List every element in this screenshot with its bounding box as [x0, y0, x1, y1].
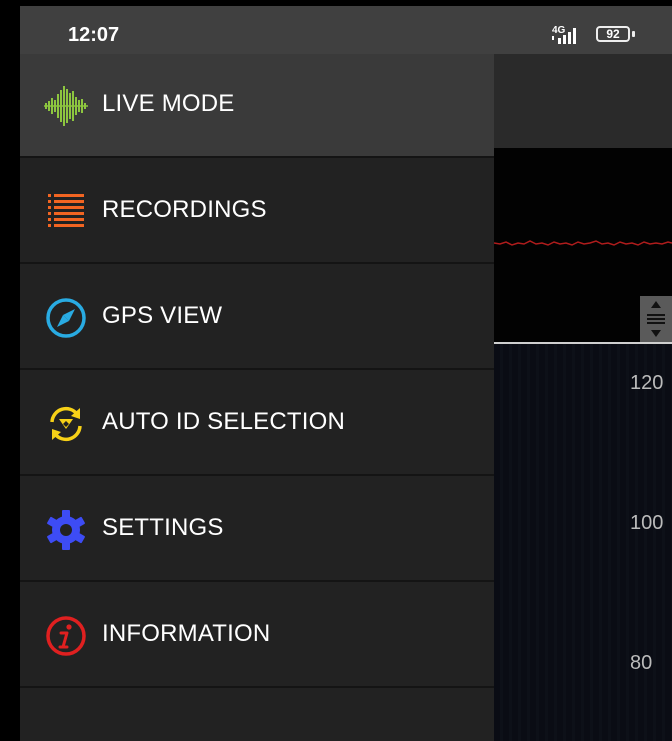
- expand-vertical-icon: [647, 301, 665, 337]
- menu-item-label: SETTINGS: [102, 514, 224, 541]
- menu-item-label: AUTO ID SELECTION: [102, 408, 346, 435]
- menu-item-label: INFORMATION: [102, 620, 271, 647]
- menu-item-label: RECORDINGS: [102, 196, 267, 223]
- signal-icon: 4G: [552, 25, 576, 44]
- network-type: 4G: [552, 25, 566, 36]
- y-tick-label: 80: [630, 652, 653, 674]
- status-bar: 12:07 4G 92: [20, 6, 672, 54]
- clock: 12:07: [68, 24, 120, 46]
- phone-screen: 12:07 4G 92 120 100 80 LIVE MODE RECORDI…: [20, 6, 672, 741]
- cycle-arrows-icon: [50, 406, 82, 442]
- info-icon: [46, 616, 86, 656]
- y-tick-label: 100: [630, 512, 664, 534]
- menu-item-live-mode[interactable]: LIVE MODE: [20, 54, 494, 158]
- menu-item-recordings[interactable]: RECORDINGS: [20, 160, 494, 264]
- battery-tip: [632, 31, 635, 37]
- resize-handle[interactable]: [640, 296, 672, 342]
- spectrogram-view: [494, 344, 672, 741]
- menu-item-auto-id-selection[interactable]: AUTO ID SELECTION: [20, 372, 494, 476]
- battery-icon: 92: [596, 26, 630, 42]
- menu-item-label: GPS VIEW: [102, 302, 223, 329]
- list-icon: [48, 194, 84, 227]
- gear-icon: [47, 510, 85, 550]
- sound-wave-icon: [44, 86, 88, 126]
- menu-item-label: LIVE MODE: [102, 90, 235, 117]
- navigation-drawer: LIVE MODE RECORDINGS GPS VIEW AUTO ID SE…: [20, 54, 494, 741]
- menu-item-information[interactable]: INFORMATION: [20, 584, 494, 688]
- compass-icon: [46, 298, 86, 338]
- app-toolbar: [494, 54, 672, 148]
- menu-item-gps-view[interactable]: GPS VIEW: [20, 266, 494, 370]
- y-tick-label: 120: [630, 372, 664, 394]
- menu-item-settings[interactable]: SETTINGS: [20, 478, 494, 582]
